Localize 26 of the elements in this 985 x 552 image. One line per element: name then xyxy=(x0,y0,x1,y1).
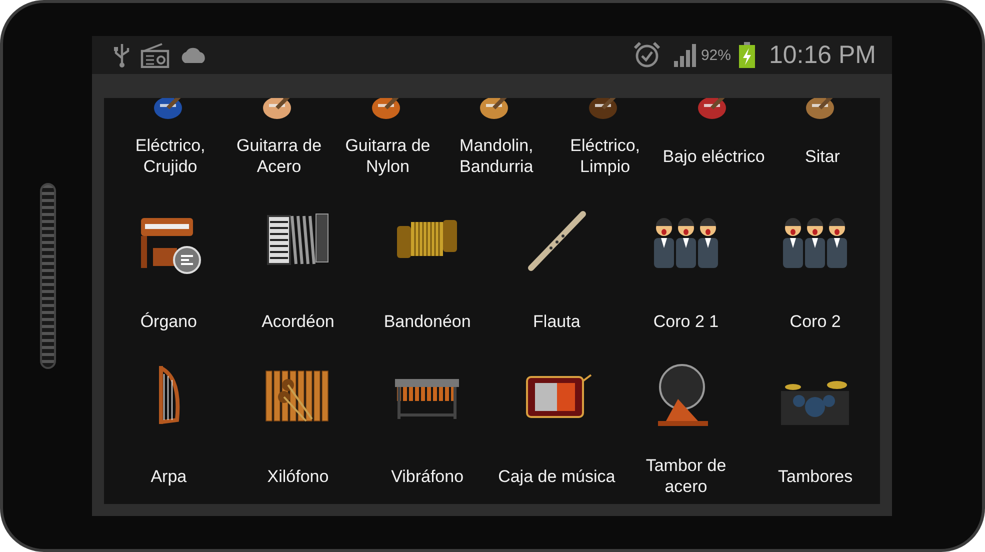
instrument-button[interactable]: Mandolin, Bandurria xyxy=(442,98,551,186)
usb-icon xyxy=(112,42,132,68)
battery-percent: 92% xyxy=(700,46,731,64)
battery-charging-icon xyxy=(738,42,755,68)
instrument-button[interactable]: Guitarra de Acero xyxy=(224,98,334,186)
radio-icon xyxy=(140,42,170,68)
instrument-button[interactable]: Sitar xyxy=(768,98,877,186)
instrument-button[interactable]: Órgano xyxy=(104,186,234,342)
instrument-button[interactable]: Eléctrico, Limpio xyxy=(550,98,660,186)
instrument-button[interactable]: Vibráfono xyxy=(362,341,492,497)
signal-icon xyxy=(672,43,699,67)
instrument-button[interactable]: Guitarra de Nylon xyxy=(333,98,442,186)
instrument-button[interactable]: Coro 2 xyxy=(750,186,880,342)
instrument-button[interactable]: Arpa xyxy=(104,341,234,497)
alarm-icon xyxy=(632,41,661,69)
instrument-button[interactable]: Bandonéon xyxy=(362,186,492,342)
instrument-button[interactable]: Caja de música xyxy=(492,341,622,497)
instrument-button[interactable]: Bajo eléctrico xyxy=(659,98,768,186)
clock-time: 10:16 PM xyxy=(768,40,876,70)
instrument-button[interactable]: Flauta xyxy=(492,186,622,342)
instrument-button[interactable]: Coro 2 1 xyxy=(621,186,751,342)
instrument-button[interactable]: Tambores xyxy=(750,341,880,497)
instrument-button[interactable]: Xilófono xyxy=(233,341,363,497)
instrument-button[interactable]: Eléctrico, Crujido xyxy=(116,98,225,186)
instrument-button[interactable]: Tambor de acero xyxy=(621,341,751,497)
instrument-button[interactable]: Acordéon xyxy=(233,186,363,342)
